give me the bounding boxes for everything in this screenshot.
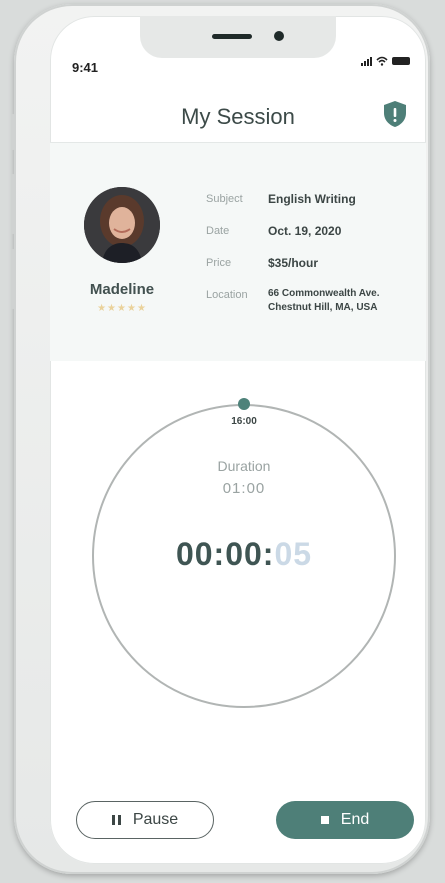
phone-side-button — [11, 249, 15, 309]
end-label: End — [340, 811, 370, 828]
avatar[interactable] — [84, 187, 160, 263]
phone-side-button — [11, 174, 15, 234]
signal-icon — [361, 56, 372, 66]
timer-knob-label: 16:00 — [231, 416, 257, 427]
location-line-1: 66 Commonwealth Ave. — [268, 288, 380, 299]
pause-label: Pause — [132, 811, 179, 828]
front-camera — [274, 31, 284, 41]
tutor-name: Madeline — [89, 281, 155, 298]
duration-label: Duration — [217, 458, 271, 474]
price-value: $35/hour — [268, 256, 319, 270]
stop-icon — [320, 816, 329, 824]
pause-button[interactable]: Pause — [76, 801, 214, 839]
date-value: Oct. 19, 2020 — [268, 224, 342, 238]
location-value: 66 Commonwealth Ave. Chestnut Hill, MA, … — [268, 287, 418, 315]
shield-alert-icon[interactable] — [382, 100, 408, 128]
phone-frame: 9:41 My Session Madeline ★★★★★ Subject E… — [11, 4, 430, 874]
wifi-icon — [376, 56, 388, 66]
location-label: Location — [206, 289, 248, 301]
battery-icon — [392, 57, 410, 65]
timer-knob[interactable] — [238, 398, 250, 410]
screen: 9:41 My Session Madeline ★★★★★ Subject E… — [50, 16, 426, 864]
elapsed-main: 00:00: — [175, 536, 275, 572]
subject-value: English Writing — [268, 192, 356, 206]
end-button[interactable]: End — [276, 801, 414, 839]
header: My Session — [50, 86, 426, 143]
page-title: My Session — [181, 104, 295, 129]
date-label: Date — [206, 225, 230, 237]
location-line-2: Chestnut Hill, MA, USA — [268, 302, 378, 313]
rating-stars: ★★★★★ — [97, 303, 147, 314]
tutor-profile-card: Madeline ★★★★★ Subject English Writing D… — [50, 143, 426, 361]
status-icons — [361, 56, 410, 66]
pause-icon — [111, 815, 121, 825]
duration-value: 01:00 — [222, 480, 266, 497]
elapsed-time: 00:00:05 — [144, 536, 344, 573]
speaker — [212, 34, 252, 39]
phone-side-button — [11, 114, 15, 150]
status-time: 9:41 — [72, 60, 99, 75]
elapsed-seconds: 05 — [274, 536, 313, 572]
notch — [140, 16, 336, 58]
subject-label: Subject — [206, 193, 243, 205]
price-label: Price — [206, 257, 232, 269]
